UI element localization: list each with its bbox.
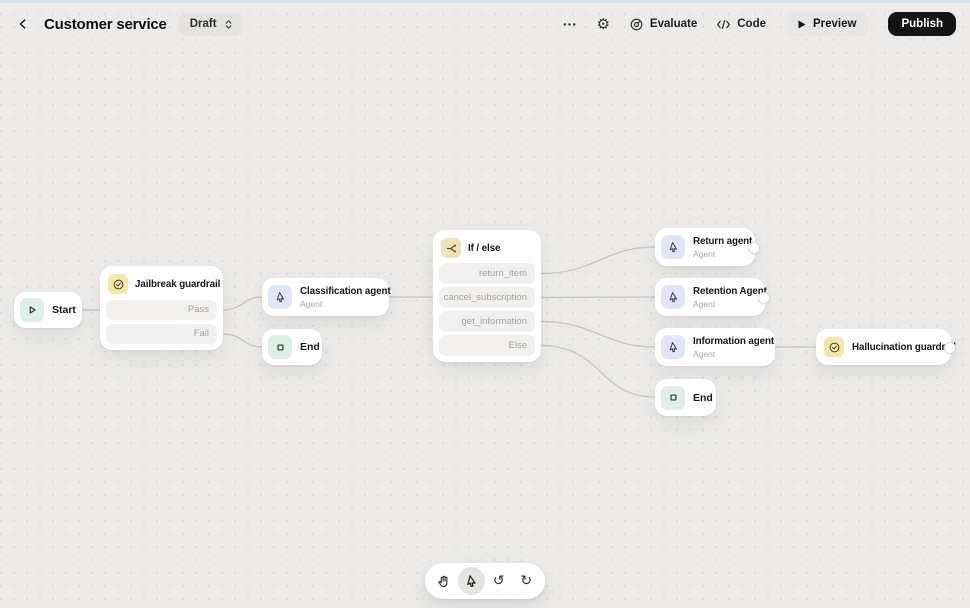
code-label: Code — [737, 18, 766, 30]
node-return-agent-subtitle: Agent — [693, 248, 716, 259]
agent-pointer-icon — [661, 335, 685, 359]
node-hallucination-title: Hallucination guardrail — [852, 341, 956, 353]
output-port[interactable] — [758, 292, 770, 304]
node-information-agent-subtitle: Agent — [693, 348, 716, 359]
branch-row-cancel-subscription[interactable]: cancel_subscription — [439, 287, 535, 308]
page-title: Customer service — [44, 15, 167, 33]
edge-else-end — [540, 344, 656, 398]
back-button[interactable] — [14, 15, 32, 33]
node-information-agent-title: Information agent — [693, 335, 775, 347]
pan-tool-button[interactable] — [430, 567, 458, 595]
status-label: Draft — [189, 18, 217, 30]
output-row-pass[interactable]: Pass — [106, 300, 217, 320]
branch-row-else[interactable]: Else — [439, 335, 535, 356]
node-if-else[interactable]: If / else return_item cancel_subscriptio… — [433, 230, 541, 362]
output-port[interactable] — [748, 242, 760, 254]
back-chevron-icon — [16, 17, 30, 31]
node-start-label: Start — [52, 304, 76, 316]
code-icon — [716, 17, 731, 32]
guardrail-check-icon — [824, 337, 844, 357]
edge-fail-end — [222, 333, 263, 348]
status-dropdown[interactable]: Draft — [178, 12, 243, 36]
select-tool-button[interactable] — [457, 567, 485, 595]
node-if-else-title: If / else — [468, 242, 501, 254]
undo-button[interactable]: ↺ — [485, 567, 513, 595]
node-classification-subtitle: Agent — [300, 298, 323, 309]
node-retention-agent-subtitle: Agent — [693, 298, 716, 309]
redo-button[interactable]: ↻ — [513, 567, 541, 595]
edge-getinfo-information — [540, 320, 656, 348]
node-end-top-label: End — [300, 341, 320, 353]
edge-cancel-retention — [540, 296, 656, 299]
evaluate-icon — [629, 17, 644, 32]
stop-square-icon — [661, 385, 685, 410]
settings-button[interactable]: ⚙ — [596, 14, 610, 33]
stop-square-icon — [268, 335, 292, 359]
canvas-toolbar: ↺ ↻ — [425, 563, 545, 599]
undo-icon: ↺ — [492, 573, 505, 589]
preview-button[interactable]: Preview — [784, 12, 870, 36]
more-options-button[interactable] — [562, 17, 577, 32]
guardrail-check-icon — [108, 274, 128, 294]
agent-pointer-icon — [268, 285, 292, 309]
node-information-agent[interactable]: Information agent Agent — [655, 328, 775, 366]
node-jailbreak-title: Jailbreak guardrail — [135, 278, 221, 290]
node-if-else-header: If / else — [439, 236, 535, 260]
node-start[interactable]: Start — [14, 292, 82, 328]
edge-returnitem-returnagent — [540, 246, 656, 275]
branch-row-get-information[interactable]: get_information — [439, 311, 535, 332]
node-end-bottom-label: End — [693, 391, 713, 404]
node-jailbreak-header: Jailbreak guardrail — [106, 272, 221, 296]
branch-row-return-item[interactable]: return_item — [439, 263, 535, 284]
node-hallucination-guardrail[interactable]: Hallucination guardrail — [816, 329, 956, 365]
branch-icon — [441, 238, 461, 258]
play-icon — [798, 20, 806, 29]
header-right: ⚙ Evaluate Code Preview Publish — [562, 12, 956, 36]
node-return-agent[interactable]: Return agent Agent — [655, 228, 760, 266]
node-end-top[interactable]: End — [262, 329, 322, 365]
preview-label: Preview — [812, 18, 857, 30]
cursor-icon — [464, 574, 479, 589]
edge-pass-classification — [222, 296, 263, 311]
node-return-agent-title: Return agent — [693, 235, 753, 247]
select-chevrons-icon — [223, 18, 234, 31]
node-retention-agent-title: Retention Agent — [693, 285, 767, 297]
ellipsis-icon — [562, 17, 577, 32]
output-port[interactable] — [944, 342, 956, 354]
publish-label: Publish — [901, 18, 943, 30]
agent-pointer-icon — [661, 285, 685, 309]
play-outline-icon — [20, 298, 44, 322]
header-bar: Customer service Draft ⚙ Evaluate Code P… — [0, 3, 970, 45]
node-retention-agent[interactable]: Retention Agent Agent — [655, 278, 770, 316]
evaluate-label: Evaluate — [649, 18, 698, 30]
gear-icon: ⚙ — [596, 14, 610, 33]
code-button[interactable]: Code — [716, 17, 766, 32]
header-left: Customer service Draft — [14, 12, 243, 36]
node-classification-title: Classification agent — [300, 285, 391, 297]
agent-pointer-icon — [661, 235, 685, 259]
evaluate-button[interactable]: Evaluate — [629, 17, 697, 32]
top-accent-strip — [0, 0, 970, 3]
publish-button[interactable]: Publish — [888, 12, 956, 36]
node-end-bottom[interactable]: End — [655, 379, 716, 416]
redo-icon: ↻ — [520, 573, 533, 589]
node-classification-agent[interactable]: Classification agent Agent — [262, 278, 391, 316]
output-row-fail[interactable]: Fail — [106, 324, 217, 344]
hand-icon — [436, 574, 451, 589]
node-jailbreak-guardrail[interactable]: Jailbreak guardrail Pass Fail — [100, 266, 223, 350]
